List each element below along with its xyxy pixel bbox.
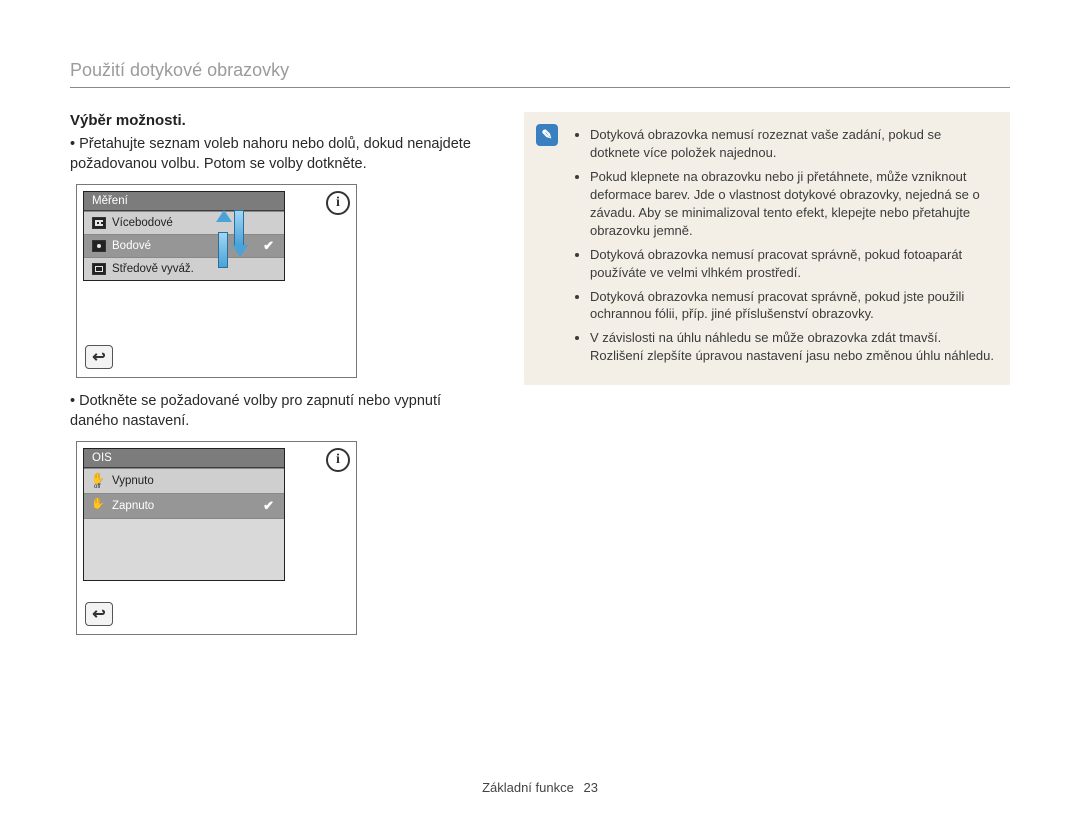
menu-title: OIS (84, 449, 284, 468)
note-icon: ✎ (536, 124, 558, 146)
ois-on-icon (92, 499, 106, 513)
note-item: Dotyková obrazovka nemusí pracovat správ… (590, 246, 994, 282)
instruction-2: Dotkněte se požadované volby pro zapnutí… (70, 392, 490, 431)
note-item: Dotyková obrazovka nemusí rozeznat vaše … (590, 126, 994, 162)
info-icon[interactable]: i (326, 191, 350, 215)
footer: Základní funkce 23 (0, 780, 1080, 795)
empty-area (84, 518, 284, 580)
touchscreen-menu: Měření Vícebodové Bodové ✔ Středově vyvá… (83, 191, 285, 281)
menu-item-spot[interactable]: Bodové ✔ (84, 234, 284, 257)
info-icon[interactable]: i (326, 448, 350, 472)
metering-center-icon (92, 263, 106, 275)
menu-item-multi[interactable]: Vícebodové (84, 211, 284, 234)
note-item: Dotyková obrazovka nemusí pracovat správ… (590, 288, 994, 324)
note-item: V závislosti na úhlu náhledu se může obr… (590, 329, 994, 365)
section-heading: Výběr možnosti. (70, 112, 490, 129)
footer-label: Základní funkce (482, 780, 574, 795)
instruction-1: Přetahujte seznam voleb nahoru nebo dolů… (70, 135, 490, 174)
menu-item-label: Zapnuto (112, 500, 154, 512)
divider (70, 87, 1010, 88)
note-item: Pokud klepnete na obrazovku nebo ji přet… (590, 168, 994, 240)
note-list: Dotyková obrazovka nemusí rozeznat vaše … (576, 126, 994, 365)
metering-spot-icon (92, 240, 106, 252)
menu-item-label: Středově vyváž. (112, 263, 194, 275)
menu-title: Měření (84, 192, 284, 211)
figure-scroll-list: i Měření Vícebodové Bodové ✔ Středově v (76, 184, 357, 378)
touchscreen-menu: OIS Vypnuto Zapnuto ✔ (83, 448, 285, 581)
check-icon: ✔ (263, 498, 274, 514)
page-number: 23 (583, 780, 597, 795)
menu-item-on[interactable]: Zapnuto ✔ (84, 493, 284, 518)
menu-item-label: Vypnuto (112, 475, 154, 487)
ois-off-icon (92, 474, 106, 488)
menu-item-center[interactable]: Středově vyváž. (84, 257, 284, 280)
note-box: ✎ Dotyková obrazovka nemusí rozeznat vaš… (524, 112, 1010, 385)
page-title: Použití dotykové obrazovky (70, 60, 1010, 81)
back-button[interactable]: ↩ (85, 345, 113, 369)
check-icon: ✔ (263, 238, 274, 254)
back-button[interactable]: ↩ (85, 602, 113, 626)
menu-item-off[interactable]: Vypnuto (84, 468, 284, 493)
metering-multi-icon (92, 217, 106, 229)
menu-item-label: Vícebodové (112, 217, 173, 229)
figure-toggle-list: i OIS Vypnuto Zapnuto ✔ ↩ (76, 441, 357, 635)
menu-item-label: Bodové (112, 240, 151, 252)
